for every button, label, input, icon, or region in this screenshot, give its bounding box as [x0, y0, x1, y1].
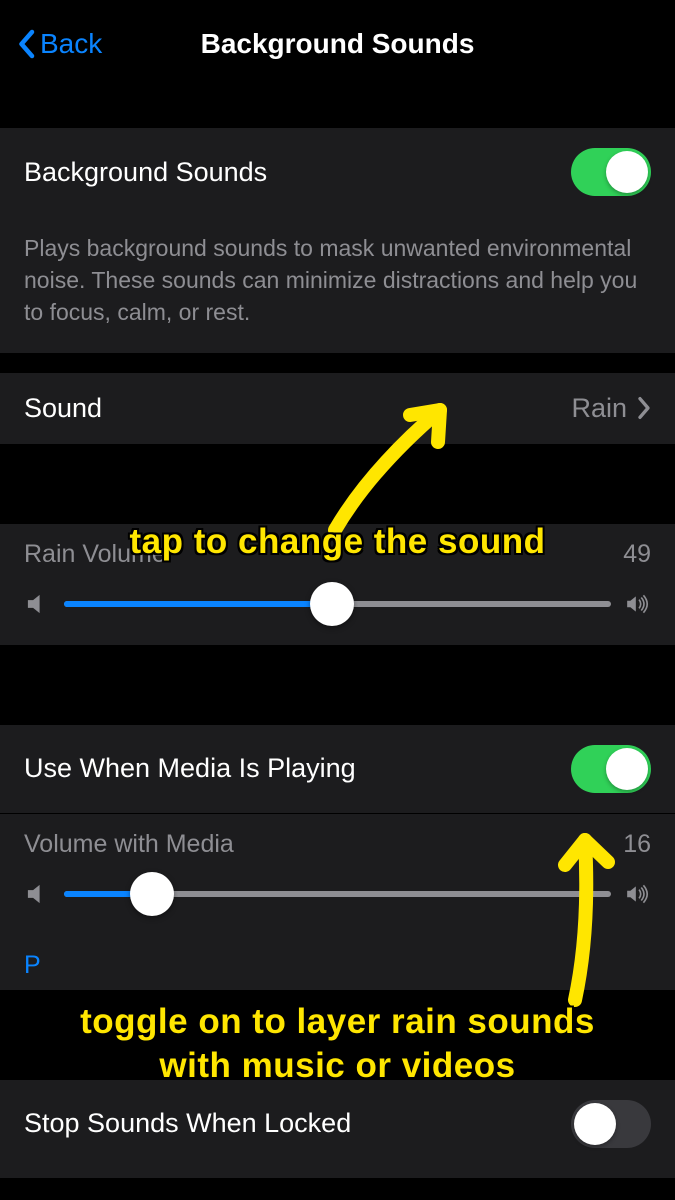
chevron-left-icon — [16, 29, 36, 59]
stop-sounds-locked-switch[interactable] — [571, 1100, 651, 1148]
rain-volume-slider[interactable] — [64, 601, 611, 607]
volume-with-media-label: Volume with Media — [24, 830, 234, 859]
volume-with-media-value: 16 — [623, 830, 651, 859]
background-sounds-label: Background Sounds — [24, 157, 267, 188]
sound-label: Sound — [24, 393, 102, 424]
volume-with-media-cell: Volume with Media 16 — [0, 814, 675, 935]
rain-volume-label: Rain Volume — [24, 540, 166, 569]
use-when-media-switch[interactable] — [571, 745, 651, 793]
volume-max-icon — [625, 881, 651, 907]
back-button[interactable]: Back — [16, 28, 102, 60]
background-sounds-footer: Plays background sounds to mask unwanted… — [0, 216, 675, 353]
rain-volume-cell: Rain Volume 49 — [0, 524, 675, 645]
truncated-link[interactable]: P — [0, 935, 675, 990]
volume-with-media-slider[interactable] — [64, 891, 611, 897]
nav-header: Back Background Sounds — [0, 0, 675, 88]
stop-sounds-locked-row[interactable]: Stop Sounds When Locked — [0, 1080, 675, 1178]
chevron-right-icon — [637, 396, 651, 420]
use-when-media-row[interactable]: Use When Media Is Playing — [0, 725, 675, 813]
rain-volume-value: 49 — [623, 540, 651, 569]
volume-min-icon — [24, 591, 50, 617]
volume-max-icon — [625, 591, 651, 617]
use-when-media-label: Use When Media Is Playing — [24, 753, 356, 784]
background-sounds-switch[interactable] — [571, 148, 651, 196]
volume-min-icon — [24, 881, 50, 907]
background-sounds-row[interactable]: Background Sounds — [0, 128, 675, 216]
sound-value: Rain — [571, 393, 627, 424]
back-label: Back — [40, 28, 102, 60]
sound-row[interactable]: Sound Rain — [0, 373, 675, 444]
stop-sounds-locked-label: Stop Sounds When Locked — [24, 1108, 351, 1139]
